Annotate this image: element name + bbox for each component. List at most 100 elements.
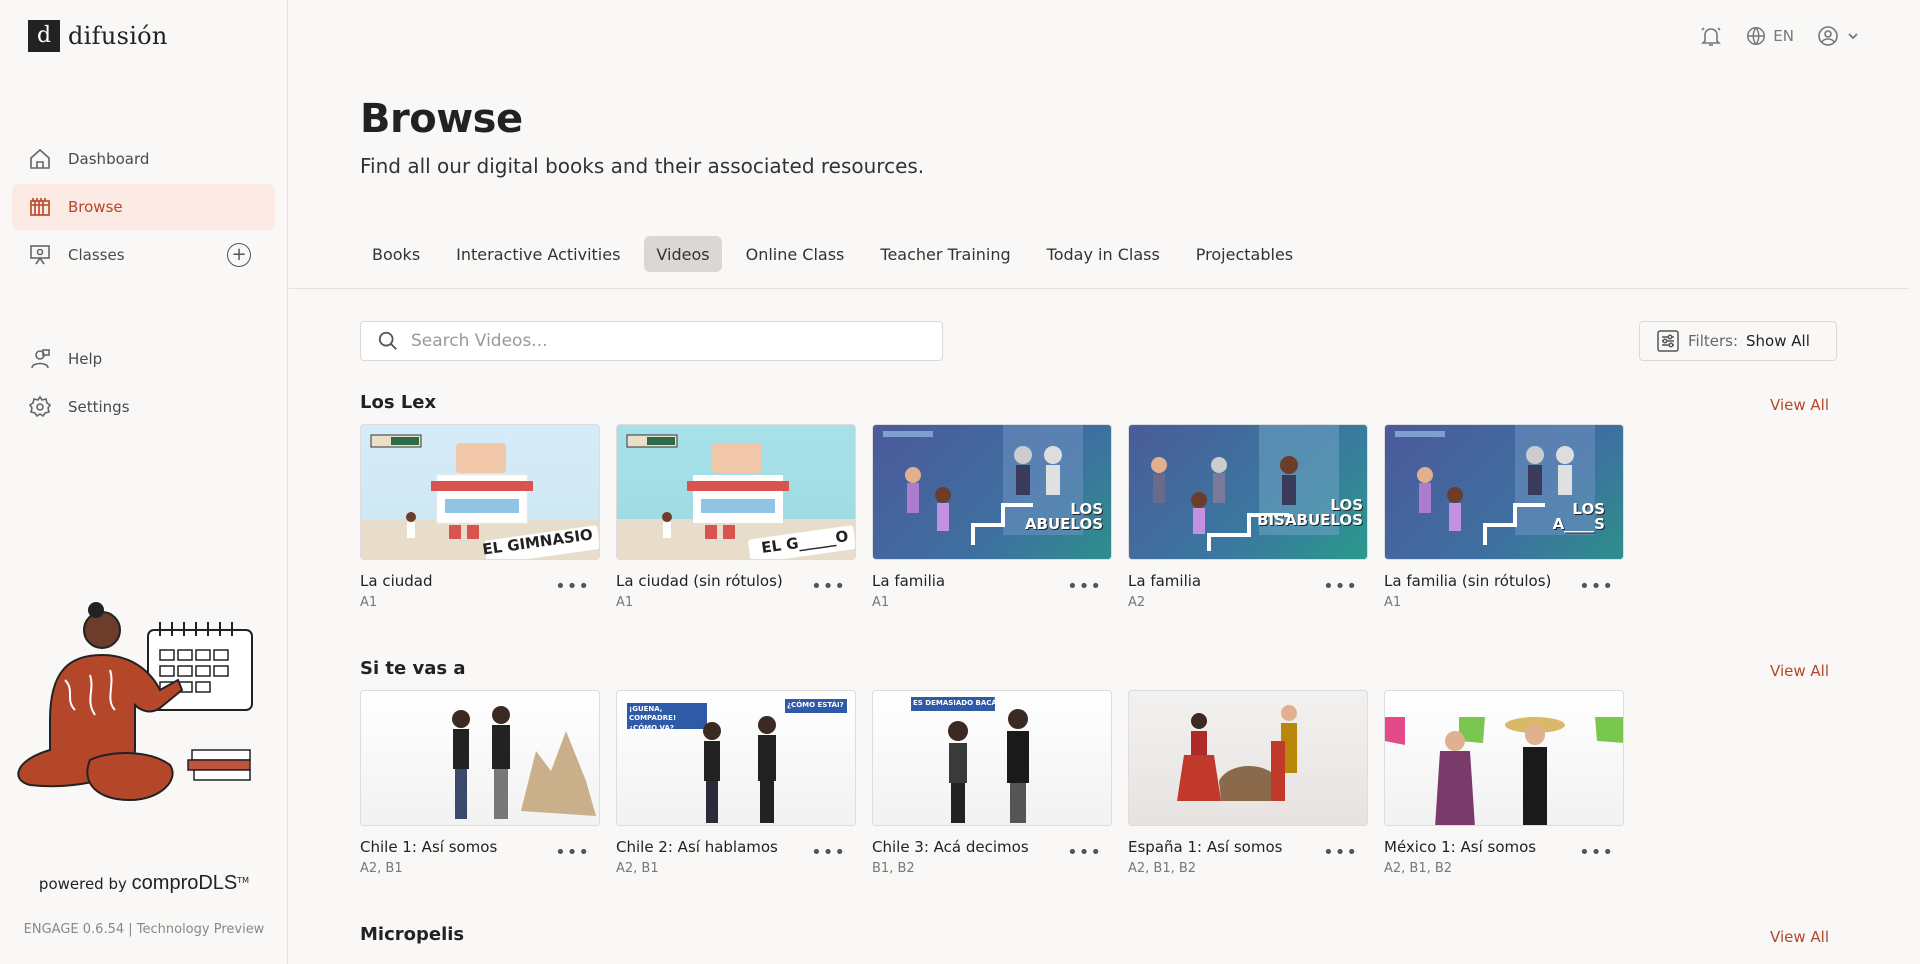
more-options-button[interactable]: ••• (1579, 576, 1614, 597)
thumbnail-bubble: ES DEMASIADO BACÁN (913, 699, 1003, 707)
video-level: A1 (360, 595, 378, 610)
video-level: A2, B1, B2 (1384, 861, 1453, 876)
help-icon (28, 347, 52, 371)
chevron-down-icon (1848, 33, 1858, 40)
video-card[interactable]: LOS BISABUELOS La familia A2 ••• (1128, 424, 1368, 624)
video-cards: EL GIMNASIO La ciudad A1 ••• EL G_____O … (360, 424, 1624, 624)
sidebar-item-label: Dashboard (68, 150, 150, 168)
view-all-link[interactable]: View All (1770, 396, 1829, 414)
video-card[interactable]: ¡GUENA, COMPADRE! ¿CÓMO VA? ¿CÓMO ESTÁI?… (616, 690, 856, 890)
sliders-icon (1657, 330, 1679, 352)
video-title: La ciudad (360, 572, 433, 590)
more-options-button[interactable]: ••• (811, 576, 846, 597)
sidebar-item-settings[interactable]: Settings (12, 384, 275, 430)
video-card[interactable]: EL G_____O La ciudad (sin rótulos) A1 ••… (616, 424, 856, 624)
user-menu-button[interactable] (1816, 24, 1860, 48)
video-thumbnail[interactable]: LOS ABUELOS (872, 424, 1112, 560)
more-options-button[interactable]: ••• (555, 576, 590, 597)
video-level: B1, B2 (872, 861, 915, 876)
video-thumbnail[interactable]: EL GIMNASIO (360, 424, 600, 560)
sidebar-item-dashboard[interactable]: Dashboard (12, 136, 275, 182)
video-level: A2, B1 (360, 861, 403, 876)
tab-videos[interactable]: Videos (644, 236, 722, 272)
notifications-button[interactable] (1699, 24, 1723, 48)
user-icon (1818, 26, 1838, 46)
sidebar-item-classes[interactable]: Classes + (12, 232, 275, 278)
tab-today-in-class[interactable]: Today in Class (1035, 236, 1172, 272)
video-level: A1 (616, 595, 634, 610)
video-level: A2, B1, B2 (1128, 861, 1197, 876)
section-title: Si te vas a (360, 658, 466, 679)
powered-prefix: powered by (38, 875, 127, 893)
version-text: ENGAGE 0.6.54 | Technology Preview (23, 922, 265, 937)
filters-value: Show All (1746, 332, 1810, 350)
video-title: La familia (1128, 572, 1202, 590)
video-card[interactable]: ES DEMASIADO BACÁN Chile 3: Acá decimos … (872, 690, 1112, 890)
video-title: La familia (872, 572, 946, 590)
sidebar-item-help[interactable]: Help (12, 336, 275, 382)
more-options-button[interactable]: ••• (1067, 842, 1102, 863)
sidebar-item-browse[interactable]: Browse (12, 184, 275, 230)
video-thumbnail[interactable]: ¡GUENA, COMPADRE! ¿CÓMO VA? ¿CÓMO ESTÁI? (616, 690, 856, 826)
video-thumbnail[interactable]: EL G_____O (616, 424, 856, 560)
view-all-link[interactable]: View All (1770, 662, 1829, 680)
primary-nav: Dashboard Browse Classes + (12, 136, 275, 280)
video-level: A2 (1128, 595, 1146, 610)
video-card[interactable]: LOS ABUELOS La familia A1 ••• (872, 424, 1112, 624)
view-all-link[interactable]: View All (1770, 928, 1829, 946)
video-thumbnail[interactable]: ES DEMASIADO BACÁN (872, 690, 1112, 826)
video-card[interactable]: Chile 1: Así somos A2, B1 ••• (360, 690, 600, 890)
logo-mark: d (28, 20, 60, 52)
more-options-button[interactable]: ••• (1323, 842, 1358, 863)
tab-books[interactable]: Books (360, 236, 432, 272)
page-subtitle: Find all our digital books and their ass… (360, 154, 925, 178)
video-thumbnail[interactable]: LOS A____S (1384, 424, 1624, 560)
logo-text: difusión (68, 22, 168, 50)
video-thumbnail[interactable]: LOS BISABUELOS (1128, 424, 1368, 560)
sidebar-item-label: Browse (68, 198, 123, 216)
tab-interactive-activities[interactable]: Interactive Activities (444, 236, 632, 272)
globe-icon (1747, 27, 1766, 45)
tab-teacher-training[interactable]: Teacher Training (868, 236, 1022, 272)
thumbnail-caption: LOS A____S (1552, 499, 1605, 534)
more-options-button[interactable]: ••• (1579, 842, 1614, 863)
language-selector[interactable]: EN (1745, 25, 1794, 47)
more-options-button[interactable]: ••• (811, 842, 846, 863)
more-options-button[interactable]: ••• (1067, 576, 1102, 597)
video-card[interactable]: LOS A____S La familia (sin rótulos) A1 •… (1384, 424, 1624, 624)
video-level: A1 (1384, 595, 1402, 610)
video-level: A2, B1 (616, 861, 659, 876)
add-class-button[interactable]: + (227, 243, 251, 267)
content-tabs: Books Interactive Activities Videos Onli… (360, 236, 1305, 272)
more-options-button[interactable]: ••• (555, 842, 590, 863)
video-title: España 1: Así somos (1128, 838, 1283, 856)
search-input[interactable] (411, 331, 911, 351)
sidebar-item-label: Help (68, 350, 103, 368)
bell-icon (1701, 27, 1722, 46)
sidebar: d difusión Dashboard Browse Classes + He… (0, 0, 288, 964)
tab-projectables[interactable]: Projectables (1184, 236, 1305, 272)
top-bar: EN (1699, 20, 1860, 52)
video-level: A1 (872, 595, 890, 610)
video-card[interactable]: EL GIMNASIO La ciudad A1 ••• (360, 424, 600, 624)
video-thumbnail[interactable] (1128, 690, 1368, 826)
powered-by: powered by comproDLSTM (0, 872, 288, 895)
page-title: Browse (360, 96, 523, 142)
tab-online-class[interactable]: Online Class (734, 236, 857, 272)
gear-icon (28, 395, 52, 419)
thumbnail-bubble: ¿CÓMO ESTÁI? (787, 701, 844, 709)
thumbnail-bubble: ¡GUENA, COMPADRE! ¿CÓMO VA? (629, 705, 677, 732)
video-thumbnail[interactable] (360, 690, 600, 826)
video-thumbnail[interactable] (1384, 690, 1624, 826)
video-title: La ciudad (sin rótulos) (616, 572, 783, 590)
section-title: Los Lex (360, 392, 437, 413)
filters-label: Filters: (1688, 332, 1739, 350)
filters-button[interactable]: Filters: Show All (1639, 321, 1837, 361)
video-card[interactable]: España 1: Así somos A2, B1, B2 ••• (1128, 690, 1368, 890)
video-title: Chile 3: Acá decimos (872, 838, 1029, 856)
powered-brand: comproDLS (131, 872, 238, 894)
video-card[interactable]: México 1: Así somos A2, B1, B2 ••• (1384, 690, 1624, 890)
secondary-nav: Help Settings (12, 336, 275, 432)
logo[interactable]: d difusión (28, 20, 168, 52)
more-options-button[interactable]: ••• (1323, 576, 1358, 597)
